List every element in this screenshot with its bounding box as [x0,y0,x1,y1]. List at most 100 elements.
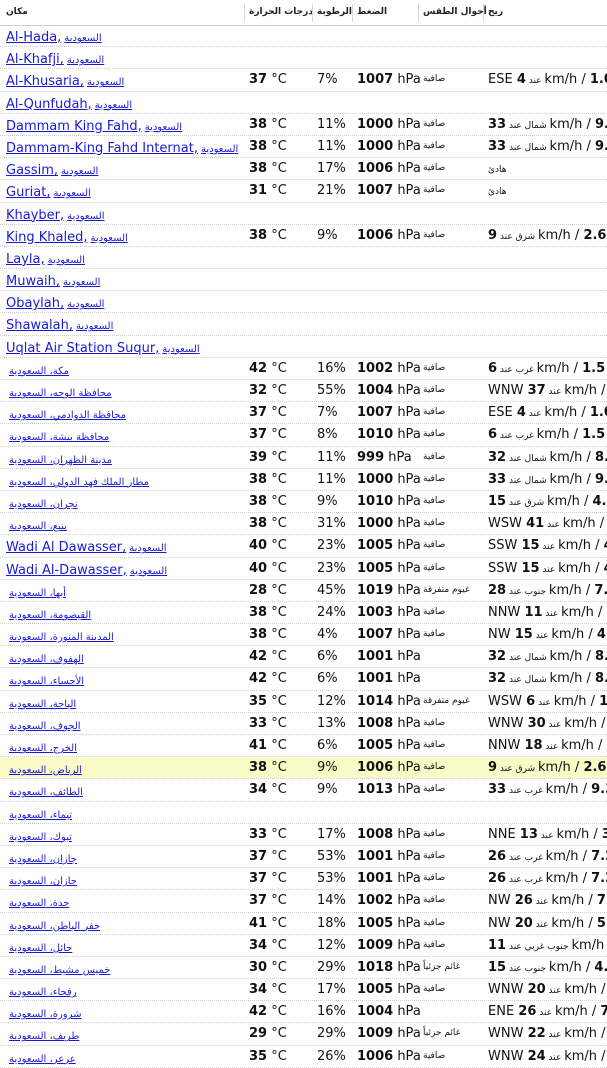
place-cell: مكة، السعودية [6,358,69,380]
country-link[interactable]: السعودية [61,166,98,177]
place-link[interactable]: King Khaled, [6,230,88,245]
humidity-value: 14% [317,890,346,911]
place-link[interactable]: Obaylah, [6,296,64,311]
country-link[interactable]: الباحة، السعودية [9,699,76,710]
country-link[interactable]: تيماء، السعودية [9,810,72,821]
country-link[interactable]: محافظة بيشة، السعودية [9,432,109,443]
country-link[interactable]: السعودية [95,100,132,111]
table-row: الرياض، السعودية38 °C9%1006 hPaصافية9 شر… [0,757,607,779]
country-link[interactable]: مكة، السعودية [9,366,69,377]
country-link[interactable]: السعودية [48,255,85,266]
pressure-cell: 1006 hPa [357,158,421,179]
country-link[interactable]: عرعر، السعودية [9,1054,76,1065]
country-link[interactable]: المدينة المنورة، السعودية [9,632,114,643]
country-link[interactable]: السعودية [201,144,238,155]
country-link[interactable]: السعودية [64,33,101,44]
place-link[interactable]: Dammam-King Fahd Internat, [6,141,198,156]
country-link[interactable]: الطائف، السعودية [9,787,83,798]
country-link[interactable]: السعودية [67,211,104,222]
country-link[interactable]: السعودية [130,566,167,577]
country-link[interactable]: شرورة، السعودية [9,1009,82,1020]
place-link[interactable]: Al-Qunfudah, [6,97,92,112]
place-link[interactable]: Al-Khusaria, [6,74,84,89]
place-link[interactable]: Khayber, [6,208,64,223]
header-conditions[interactable]: أحوال الطقس [423,7,487,17]
place-link[interactable]: Layla, [6,252,45,267]
country-link[interactable]: مطار الملك فهد الدولي، السعودية [9,477,149,488]
country-link[interactable]: الجوف، السعودية [9,721,81,732]
place-link[interactable]: Muwaih, [6,274,60,289]
country-link[interactable]: ينبع، السعودية [9,521,67,532]
humidity-value: 18% [317,913,346,934]
country-link[interactable]: جازان، السعودية [9,876,77,887]
country-link[interactable]: مدينة الظهران، السعودية [9,455,112,466]
header-temp[interactable]: درجات الحرارة [249,7,313,17]
country-link[interactable]: السعودية [67,55,104,66]
country-link[interactable]: السعودية [129,543,166,554]
header-humidity[interactable]: الرطوبة [317,7,352,17]
country-link[interactable]: رفحاء، السعودية [9,987,77,998]
temperature-cell: 38 °C [249,757,287,778]
pressure-cell: 1007 hPa [357,402,421,423]
country-link[interactable]: حائل، السعودية [9,943,72,954]
country-link[interactable]: الأحساء، السعودية [9,676,84,687]
table-row: خميس مشيط، السعودية30 °C29%1018 hPaغائم … [0,957,607,979]
humidity-value: 29% [317,1023,346,1044]
temperature-unit: °C [267,161,287,176]
country-link[interactable]: الهفوف، السعودية [9,654,84,665]
country-link[interactable]: السعودية [76,321,113,332]
humidity-value: 26% [317,1046,346,1067]
wind-direction-text: عند [526,409,545,419]
pressure-cell: 1001 hPa [357,646,421,667]
wind-speed: 15 [488,494,506,509]
country-link[interactable]: تبوك، السعودية [9,832,72,843]
country-link[interactable]: نجران، السعودية [9,499,78,510]
place-link[interactable]: Dammam King Fahd, [6,119,142,134]
place-cell: طريف، السعودية [6,1023,79,1045]
wind-cell: 32 شمال عند km/h / 8.7 m [488,668,607,690]
wind-speed-ms: 1.5 m [599,694,607,709]
place-link[interactable]: Al-Khafji, [6,52,64,67]
country-link[interactable]: خميس مشيط، السعودية [9,965,110,976]
place-link[interactable]: Guriat, [6,185,50,200]
country-link[interactable]: جدة، السعودية [9,898,69,909]
country-link[interactable]: أبها، السعودية [9,588,66,599]
country-link[interactable]: السعودية [53,188,90,199]
wind-speed-ms: 7.7 m [594,583,607,598]
country-link[interactable]: جازان، السعودية [9,854,77,865]
country-link[interactable]: حفر الباطن، السعودية [9,921,100,932]
country-link[interactable]: القيصومة، السعودية [9,610,91,621]
place-link[interactable]: Shawalah, [6,318,73,333]
country-link[interactable]: محافظة الوجه، السعودية [9,388,112,399]
wind-speed-ms: 2.6 m [583,760,607,775]
place-link[interactable]: Uqlat Air Station Suqur, [6,341,159,356]
temperature-value: 42 [249,649,267,664]
place-link[interactable]: Al-Hada, [6,30,61,45]
country-link[interactable]: الرياض، السعودية [9,765,82,776]
country-link[interactable]: السعودية [91,233,128,244]
header-wind[interactable]: ريح [488,7,503,17]
wind-unit: km/h / [549,583,594,598]
wind-direction: NW [488,627,515,642]
header-divider [312,4,313,22]
wind-speed: 26 [518,1004,536,1019]
wind-speed-ms: 1.0 m [590,72,607,87]
country-link[interactable]: السعودية [67,299,104,310]
country-link[interactable]: الخرج، السعودية [9,743,77,754]
place-link[interactable]: Wadi Al Dawasser, [6,540,126,555]
place-cell: Layla,السعودية [6,247,85,269]
header-pressure[interactable]: الضغط [357,7,387,17]
temperature-cell: 37 °C [249,846,287,867]
country-link[interactable]: محافظة الدوادمي، السعودية [9,410,126,421]
country-link[interactable]: السعودية [87,77,124,88]
place-link[interactable]: Gassim, [6,163,58,178]
country-link[interactable]: السعودية [63,277,100,288]
conditions-value: صافية [423,69,445,90]
wind-direction-text: عند [546,1053,565,1063]
place-link[interactable]: Wadi Al-Dawasser, [6,563,127,578]
header-place[interactable]: مكان [6,7,28,17]
country-link[interactable]: طريف، السعودية [9,1031,79,1042]
humidity-value: 17% [317,979,346,1000]
country-link[interactable]: السعودية [162,344,199,355]
country-link[interactable]: السعودية [145,122,182,133]
